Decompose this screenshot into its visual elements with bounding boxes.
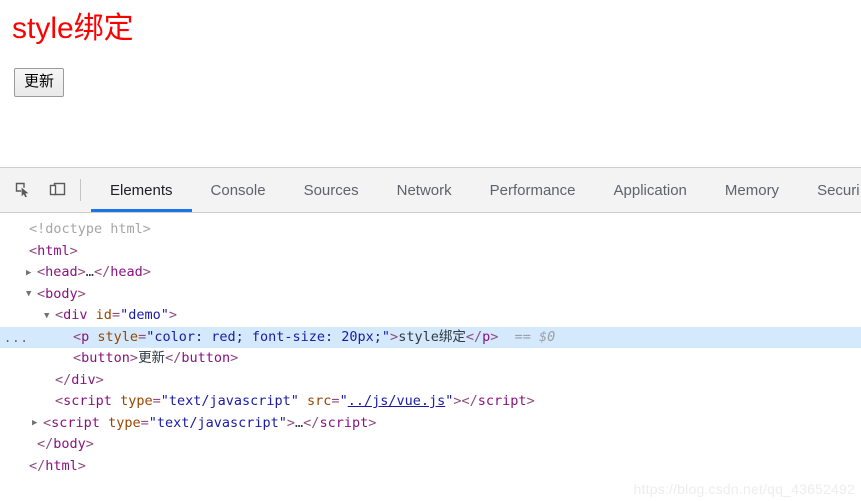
dom-node-html[interactable]: ▶<html> [0, 241, 861, 263]
dom-node-html-close[interactable]: ▶</html> [0, 456, 861, 478]
devtools-panel: Elements Console Sources Network Perform… [0, 167, 861, 501]
page-heading: style绑定 [12, 12, 134, 45]
script-src-link[interactable]: ../js/vue.js [348, 393, 446, 409]
dom-node-p-selected[interactable]: ... ▶<p style="color: red; font-size: 20… [0, 326, 861, 348]
chevron-down-icon[interactable]: ▼ [44, 306, 55, 328]
tag-script-inline-close: script [319, 414, 369, 431]
tag-button: button [81, 350, 130, 366]
devtools-tab-bar: Elements Console Sources Network Perform… [91, 168, 861, 212]
dom-node-div-close[interactable]: ▶</div> [0, 370, 861, 392]
tab-performance[interactable]: Performance [471, 168, 595, 212]
tag-div-close: div [71, 371, 96, 388]
tag-p-close: p [482, 328, 491, 345]
tag-script: script [63, 393, 112, 409]
inspect-element-icon[interactable] [6, 168, 40, 212]
attr-style-value: "color: red; font-size: 20px;" [146, 328, 391, 345]
attr-type-name-inline: type [108, 414, 141, 431]
rendered-page-area: style绑定 更新 [0, 0, 861, 167]
tag-button-close: button [181, 350, 231, 366]
tab-application[interactable]: Application [595, 168, 706, 212]
dom-node-body-close[interactable]: ▶</body> [0, 434, 861, 456]
tag-script-inline: script [51, 414, 100, 431]
attr-type-name: type [120, 393, 153, 409]
tab-memory[interactable]: Memory [706, 168, 798, 212]
tab-security[interactable]: Securi [798, 168, 861, 212]
selected-node-reference: == $0 [514, 328, 556, 345]
tag-body-close: body [53, 436, 86, 452]
tag-head-close: head [110, 264, 143, 280]
doctype-text: <!doctype html> [29, 221, 151, 237]
tag-script-close: script [477, 393, 527, 409]
devtools-toolbar: Elements Console Sources Network Perform… [0, 168, 861, 213]
p-text-content: style绑定 [398, 328, 466, 345]
toolbar-divider [80, 179, 81, 201]
attr-id-value: "demo" [120, 307, 169, 323]
dom-node-doctype[interactable]: ▶<!doctype html> [0, 219, 861, 241]
head-ellipsis: … [85, 264, 94, 280]
tag-html-close: html [45, 457, 78, 474]
dom-tree[interactable]: ▶<!doctype html> ▶<html> ▶<head>…</head>… [0, 213, 861, 500]
attr-style-name: style [97, 328, 139, 345]
tag-body: body [45, 285, 78, 302]
tab-elements[interactable]: Elements [91, 168, 192, 212]
tag-html: html [37, 242, 70, 259]
chevron-down-icon[interactable]: ▼ [26, 284, 37, 306]
dom-node-div-demo[interactable]: ▼ <div id="demo"> [0, 305, 861, 327]
attr-id-name: id [95, 307, 112, 323]
attr-type-value: "text/javascript" [160, 393, 299, 409]
chevron-right-icon[interactable]: ▶ [32, 413, 43, 435]
node-badge-more-icon[interactable]: ... [4, 332, 29, 344]
attr-src-name: src [307, 393, 332, 409]
watermark: https://blog.csdn.net/qq_43652492 [633, 481, 855, 497]
tag-div: div [63, 307, 88, 323]
button-text-content: 更新 [138, 350, 166, 366]
device-toolbar-icon[interactable] [40, 168, 74, 212]
tag-head: head [45, 264, 78, 280]
dom-node-script-inline[interactable]: ▶ <script type="text/javascript">…</scrip… [0, 413, 861, 435]
tab-console[interactable]: Console [192, 168, 285, 212]
update-button[interactable]: 更新 [14, 68, 65, 97]
script-inline-ellipsis: … [295, 414, 304, 431]
dom-node-head[interactable]: ▶ <head>…</head> [0, 262, 861, 284]
tab-sources[interactable]: Sources [285, 168, 378, 212]
dom-node-body[interactable]: ▼ <body> [0, 284, 861, 306]
dom-node-script-src[interactable]: ▶<script type="text/javascript" src="../… [0, 391, 861, 413]
attr-type-value-inline: "text/javascript" [148, 414, 287, 431]
dom-node-button[interactable]: ▶<button>更新</button> [0, 348, 861, 370]
tab-network[interactable]: Network [378, 168, 471, 212]
chevron-right-icon[interactable]: ▶ [26, 263, 37, 285]
